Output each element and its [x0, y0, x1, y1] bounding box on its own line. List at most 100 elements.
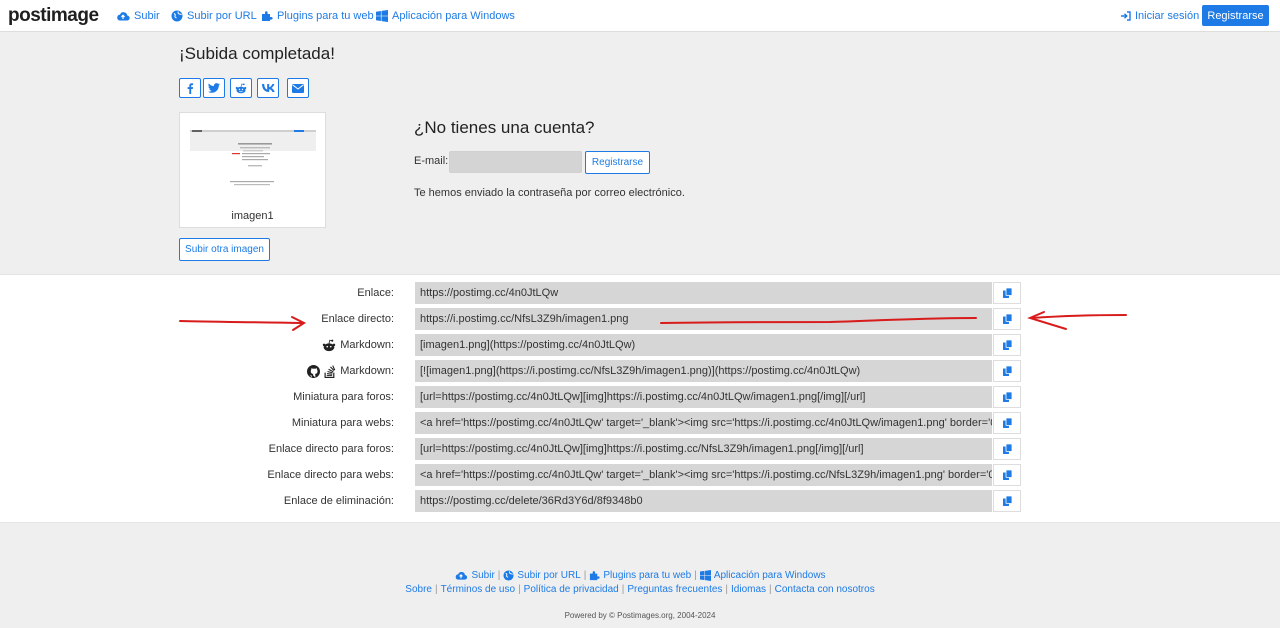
footer-upload-url[interactable]: Subir por URL	[503, 570, 581, 581]
footer-upload-url-label: Subir por URL	[517, 570, 581, 581]
footer-about[interactable]: Sobre	[405, 584, 432, 595]
row-label-text: Enlace directo para foros:	[268, 443, 394, 455]
page-title: ¡Subida completada!	[179, 44, 335, 63]
row-label-text: Miniatura para foros:	[293, 391, 394, 403]
copy-button-directo-webs[interactable]	[993, 464, 1021, 486]
nav-windows-app[interactable]: Aplicación para Windows	[376, 0, 515, 31]
email-icon	[292, 83, 304, 93]
copy-button-markdown-github[interactable]	[993, 360, 1021, 382]
link-field-miniatura-foros[interactable]: [url=https://postimg.cc/4n0JtLQw][img]ht…	[415, 386, 992, 408]
row-label-text: Enlace de eliminación:	[283, 495, 394, 507]
puzzle-icon	[262, 10, 273, 21]
copy-button-markdown-reddit[interactable]	[993, 334, 1021, 356]
copy-icon	[1002, 418, 1012, 428]
share-reddit-button[interactable]	[230, 78, 252, 98]
link-label-directo-foros: Enlace directo para foros:	[150, 438, 394, 460]
copy-icon	[1002, 340, 1012, 350]
link-label-miniatura-webs: Miniatura para webs:	[150, 412, 394, 434]
link-field-eliminacion[interactable]: https://postimg.cc/delete/36Rd3Y6d/8f934…	[415, 490, 992, 512]
globe-icon	[171, 10, 183, 21]
brand-logo[interactable]: postimage	[8, 5, 99, 27]
link-label-enlace: Enlace:	[150, 282, 394, 304]
navbar: postimage Subir Subir por URL Plugins pa…	[0, 0, 1280, 32]
footer-windows-app-label: Aplicación para Windows	[713, 570, 826, 581]
link-label-miniatura-foros: Miniatura para foros:	[150, 386, 394, 408]
footer-privacy[interactable]: Política de privacidad	[524, 584, 619, 595]
share-twitter-button[interactable]	[203, 78, 225, 98]
link-label-eliminacion: Enlace de eliminación:	[150, 490, 394, 512]
footer-plugins-label: Plugins para tu web	[603, 570, 692, 581]
login-link[interactable]: Iniciar sesión	[1121, 0, 1199, 31]
footer-nav: Subir | Subir por URL | Plugins para tu …	[0, 570, 1280, 581]
link-field-markdown-reddit[interactable]: [imagen1.png](https://postimg.cc/4n0JtLQ…	[415, 334, 992, 356]
github-icon	[307, 364, 321, 378]
copy-button-enlace[interactable]	[993, 282, 1021, 304]
image-thumbnail-card[interactable]: imagen1	[179, 112, 326, 228]
nav-upload[interactable]: Subir	[116, 0, 160, 31]
share-email-button[interactable]	[287, 78, 309, 98]
uploaded-image-thumbnail[interactable]	[190, 129, 316, 195]
footer-windows-app[interactable]: Aplicación para Windows	[699, 570, 826, 581]
share-vk-button[interactable]	[257, 78, 279, 98]
nav-upload-url[interactable]: Subir por URL	[171, 0, 257, 31]
copy-icon	[1002, 288, 1012, 298]
register-button[interactable]: Registrarse	[1202, 5, 1269, 26]
email-label: E-mail:	[414, 155, 449, 167]
link-field-directo-foros[interactable]: [url=https://postimg.cc/4n0JtLQw][img]ht…	[415, 438, 992, 460]
nav-plugins-label: Plugins para tu web	[277, 9, 374, 22]
footer-upload-label: Subir	[471, 570, 495, 581]
reddit-icon	[323, 339, 336, 351]
sign-in-icon	[1121, 10, 1131, 21]
login-label: Iniciar sesión	[1135, 9, 1200, 22]
row-label-text: Enlace:	[357, 287, 394, 299]
password-sent-message: Te hemos enviado la contraseña por corre…	[414, 187, 685, 199]
link-label-enlace-directo: Enlace directo:	[150, 308, 394, 330]
copy-icon	[1002, 444, 1012, 454]
link-field-miniatura-webs[interactable]: <a href='https://postimg.cc/4n0JtLQw' ta…	[415, 412, 992, 434]
account-register-button[interactable]: Registrarse	[585, 151, 650, 174]
copy-button-miniatura-foros[interactable]	[993, 386, 1021, 408]
twitter-icon	[208, 83, 220, 93]
link-label-markdown-github: Markdown:	[150, 360, 394, 382]
link-label-markdown-reddit: Markdown:	[150, 334, 394, 356]
link-field-markdown-github[interactable]: [![imagen1.png](https://i.postimg.cc/Nfs…	[415, 360, 992, 382]
link-field-enlace-directo[interactable]: https://i.postimg.cc/NfsL3Z9h/imagen1.pn…	[415, 308, 992, 330]
share-facebook-button[interactable]	[179, 78, 201, 98]
footer-links: Sobre | Términos de uso | Política de pr…	[405, 584, 875, 595]
nav-plugins[interactable]: Plugins para tu web	[261, 0, 374, 31]
upload-another-button[interactable]: Subir otra imagen	[179, 238, 270, 261]
footer-upload[interactable]: Subir	[454, 570, 495, 581]
cloud-upload-icon	[117, 11, 130, 21]
email-field[interactable]	[449, 151, 582, 173]
copy-icon	[1002, 366, 1012, 376]
row-label-text: Miniatura para webs:	[291, 417, 394, 429]
copyright-text: Powered by © Postimages.org, 2004-2024	[564, 611, 716, 620]
nav-windows-app-label: Aplicación para Windows	[392, 9, 515, 22]
footer-terms[interactable]: Términos de uso	[441, 584, 515, 595]
copy-icon	[1002, 314, 1012, 324]
link-field-directo-webs[interactable]: <a href='https://postimg.cc/4n0JtLQw' ta…	[415, 464, 992, 486]
windows-icon	[699, 570, 711, 581]
stackoverflow-icon	[324, 364, 336, 378]
link-field-enlace[interactable]: https://postimg.cc/4n0JtLQw	[415, 282, 992, 304]
vk-icon	[261, 84, 275, 92]
nav-upload-url-label: Subir por URL	[187, 9, 257, 22]
copy-button-directo-foros[interactable]	[993, 438, 1021, 460]
globe-icon	[503, 570, 514, 581]
row-label-text: Enlace directo para webs:	[267, 469, 394, 481]
footer-plugins[interactable]: Plugins para tu web	[589, 570, 691, 581]
copy-button-miniatura-webs[interactable]	[993, 412, 1021, 434]
copy-button-eliminacion[interactable]	[993, 490, 1021, 512]
reddit-icon	[235, 83, 247, 93]
copy-icon	[1002, 392, 1012, 402]
thumbnail-caption: imagen1	[231, 210, 274, 222]
footer-faq[interactable]: Preguntas frecuentes	[627, 584, 722, 595]
copy-icon	[1002, 470, 1012, 480]
footer-languages[interactable]: Idiomas	[731, 584, 766, 595]
footer-contact[interactable]: Contacta con nosotros	[775, 584, 875, 595]
copy-button-enlace-directo[interactable]	[993, 308, 1021, 330]
copy-icon	[1002, 496, 1012, 506]
link-label-directo-webs: Enlace directo para webs:	[150, 464, 394, 486]
windows-icon	[376, 9, 388, 22]
puzzle-icon	[590, 571, 601, 581]
